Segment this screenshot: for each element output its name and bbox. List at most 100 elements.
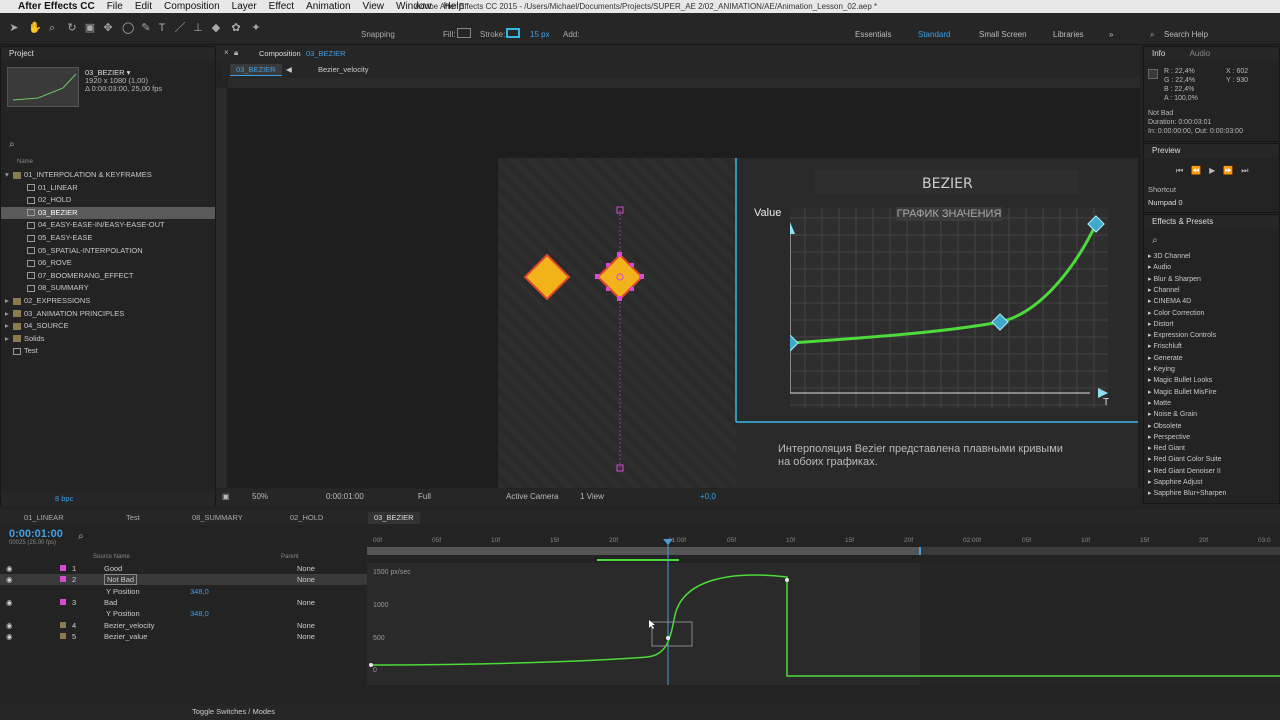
fill-swatch[interactable] [457, 28, 471, 38]
layer-row[interactable]: ◉ 3 Bad None [0, 597, 367, 608]
project-comp[interactable]: 05_EASY-EASE [1, 232, 215, 244]
visibility-eye-icon[interactable]: ◉ [6, 597, 13, 608]
effect-category[interactable]: ▸ Sapphire Blur+Sharpen [1148, 488, 1278, 500]
eraser-tool-icon[interactable]: ◆ [210, 22, 222, 34]
audio-tab[interactable]: Audio [1190, 49, 1210, 58]
effects-search-icon[interactable]: ⌕ [1152, 235, 1158, 246]
workspace-small-screen[interactable]: Small Screen [979, 30, 1027, 39]
layer-property[interactable]: Y Position 348,0 [0, 586, 367, 597]
lock-icon[interactable]: 🔒︎ [234, 48, 238, 58]
layer-name[interactable]: Bezier_value [104, 631, 147, 642]
project-folder[interactable]: ▸ 02_EXPRESSIONS [1, 295, 215, 307]
project-comp[interactable]: Test [1, 345, 215, 357]
roto-tool-icon[interactable]: ✿ [230, 22, 242, 34]
label-color-swatch[interactable] [60, 576, 66, 583]
visibility-eye-icon[interactable]: ◉ [6, 574, 13, 585]
effect-category[interactable]: ▸ 3D Channel [1148, 251, 1278, 263]
menu-layer[interactable]: Layer [232, 1, 257, 12]
type-tool-icon[interactable]: T [156, 22, 168, 34]
effect-category[interactable]: ▸ Expression Controls [1148, 330, 1278, 342]
parent-dropdown[interactable]: None [297, 574, 315, 585]
menu-animation[interactable]: Animation [306, 1, 350, 12]
effect-category[interactable]: ▸ Matte [1148, 398, 1278, 410]
layer-name[interactable]: Good [104, 563, 122, 574]
zoom-tool-icon[interactable]: ⌕ [46, 22, 58, 34]
menu-effect[interactable]: Effect [269, 1, 294, 12]
comp-timecode[interactable]: 0:00:01:00 [326, 492, 364, 501]
timeline-tab[interactable]: 02_HOLD [284, 512, 329, 524]
property-value[interactable]: 348,0 [190, 608, 209, 619]
parent-dropdown[interactable]: None [297, 631, 315, 642]
project-comp[interactable]: 01_LINEAR [1, 182, 215, 194]
search-help-icon[interactable]: ⌕ [1150, 30, 1154, 40]
layer-name[interactable]: Not Bad [104, 574, 138, 586]
effect-category[interactable]: ▸ Red Giant [1148, 443, 1278, 455]
label-color-swatch[interactable] [60, 598, 66, 605]
comp-tab-active[interactable]: 03_BEZIER [230, 64, 282, 76]
disclosure-triangle-icon[interactable]: ▾ [5, 169, 13, 181]
effect-category[interactable]: ▸ CINEMA 4D [1148, 296, 1278, 308]
menu-composition[interactable]: Composition [164, 1, 220, 12]
timeline-search-icon[interactable]: ⌕ [78, 531, 84, 542]
workspace-overflow-icon[interactable]: » [1109, 30, 1113, 39]
pan-behind-tool-icon[interactable]: ✥ [102, 22, 114, 34]
layer-row[interactable]: ◉ 1 Good None [0, 563, 367, 574]
layer-row[interactable]: ◉ 4 Bezier_velocity None [0, 620, 367, 631]
comp-panel-name[interactable]: 03_BEZIER [306, 49, 346, 58]
selection-tool-icon[interactable]: ➤ [8, 22, 20, 34]
effect-category[interactable]: ▸ Perspective [1148, 432, 1278, 444]
project-folder[interactable]: ▸ 03_ANIMATION PRINCIPLES [1, 308, 215, 320]
timeline-tab[interactable]: 01_LINEAR [18, 512, 70, 524]
project-comp[interactable]: 05_SPATIAL-INTERPOLATION [1, 245, 215, 257]
stroke-swatch[interactable] [506, 28, 520, 38]
workspace-libraries[interactable]: Libraries [1053, 30, 1084, 39]
visibility-eye-icon[interactable]: ◉ [6, 563, 13, 574]
camera-tool-icon[interactable]: ▣ [84, 22, 96, 34]
resolution-dropdown[interactable]: Full [418, 492, 431, 501]
layer-property[interactable]: Y Position 348,0 [0, 608, 367, 619]
close-icon[interactable]: × [224, 48, 229, 57]
first-frame-icon[interactable]: ⏮ [1176, 166, 1191, 175]
project-folder[interactable]: ▸ 04_SOURCE [1, 320, 215, 332]
zoom-dropdown[interactable]: 50% [252, 492, 268, 501]
project-comp[interactable]: 08_SUMMARY [1, 282, 215, 294]
bad-diamond[interactable] [523, 253, 571, 301]
effect-category[interactable]: ▸ Magic Bullet MisFire [1148, 387, 1278, 399]
effect-category[interactable]: ▸ Distort [1148, 319, 1278, 331]
shortcut-dropdown[interactable]: Numpad 0 [1148, 198, 1183, 207]
timeline-tab[interactable]: 08_SUMMARY [186, 512, 249, 524]
timeline-tab[interactable]: 03_BEZIER [368, 512, 420, 524]
timeline-tab[interactable]: Test [120, 512, 146, 524]
project-comp[interactable]: 04_EASY-EASE-IN/EASY-EASE-OUT [1, 219, 215, 231]
label-color-swatch[interactable] [60, 621, 66, 628]
camera-dropdown[interactable]: Active Camera [506, 492, 558, 501]
hand-tool-icon[interactable]: ✋ [28, 22, 42, 34]
workspace-standard[interactable]: Standard [918, 30, 950, 39]
ellipse-tool-icon[interactable]: ◯ [122, 22, 134, 34]
effect-category[interactable]: ▸ Frischluft [1148, 341, 1278, 353]
pen-tool-icon[interactable]: ✎ [140, 22, 152, 34]
project-folder[interactable]: ▸ Solids [1, 333, 215, 345]
label-color-swatch[interactable] [60, 632, 66, 639]
menu-file[interactable]: File [107, 1, 123, 12]
effect-category[interactable]: ▸ Keying [1148, 364, 1278, 376]
layer-row[interactable]: ◉ 5 Bezier_value None [0, 631, 367, 642]
effect-category[interactable]: ▸ Red Giant Color Suite [1148, 454, 1278, 466]
menu-edit[interactable]: Edit [135, 1, 152, 12]
effect-category[interactable]: ▸ Color Correction [1148, 308, 1278, 320]
timeline-timecode[interactable]: 0:00:01:00 [9, 528, 63, 540]
property-value[interactable]: 348,0 [190, 586, 209, 597]
effect-category[interactable]: ▸ Noise & Grain [1148, 409, 1278, 421]
clone-tool-icon[interactable]: ⊥ [192, 22, 204, 34]
add-label[interactable]: Add: [563, 30, 579, 39]
disclosure-triangle-icon[interactable]: ▸ [5, 333, 13, 345]
timeline-ruler[interactable]: 00f 05f 10f 15f 20f 01:00f 05f 10f 15f 20f 02:00f 0… [367, 537, 1280, 547]
workspace-essentials[interactable]: Essentials [855, 30, 891, 39]
effect-category[interactable]: ▸ Blur & Sharpen [1148, 274, 1278, 286]
project-panel-title[interactable]: Project [1, 47, 215, 61]
notbad-diamond[interactable] [596, 253, 644, 301]
effects-title[interactable]: Effects & Presets [1144, 215, 1279, 229]
layer-name[interactable]: Bad [104, 597, 117, 608]
disclosure-triangle-icon[interactable]: ▸ [5, 308, 13, 320]
app-menu[interactable]: After Effects CC [18, 1, 95, 12]
